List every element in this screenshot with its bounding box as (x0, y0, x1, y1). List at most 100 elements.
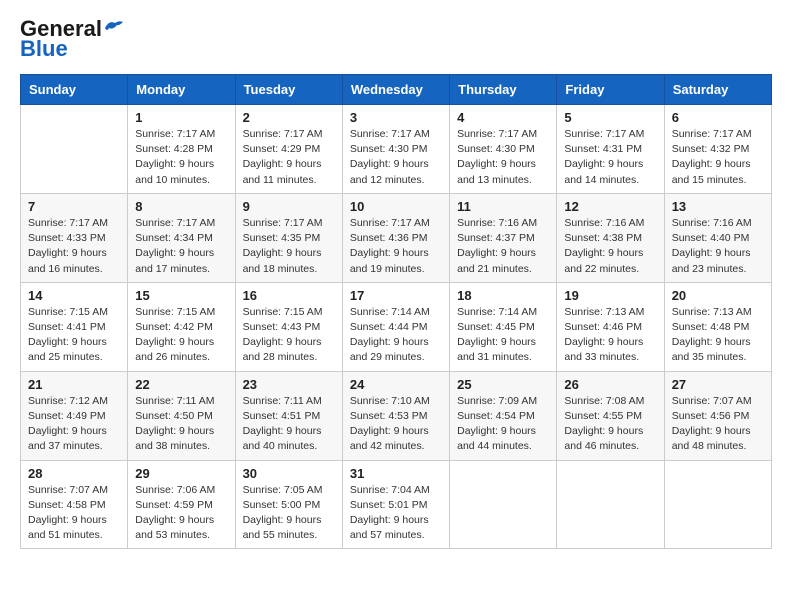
day-info: Sunrise: 7:13 AMSunset: 4:46 PMDaylight:… (564, 305, 656, 366)
calendar-cell (664, 460, 771, 549)
day-info: Sunrise: 7:06 AMSunset: 4:59 PMDaylight:… (135, 483, 227, 544)
day-header-monday: Monday (128, 75, 235, 105)
calendar-cell: 8 Sunrise: 7:17 AMSunset: 4:34 PMDaylight… (128, 193, 235, 282)
calendar-cell: 30Sunrise: 7:05 AMSunset: 5:00 PMDayligh… (235, 460, 342, 549)
day-number: 17 (350, 288, 442, 303)
calendar-cell: 27 Sunrise: 7:07 AMSunset: 4:56 PMDayligh… (664, 371, 771, 460)
day-info: Sunrise: 7:15 AMSunset: 4:43 PMDaylight:… (243, 305, 335, 366)
calendar-cell: 18 Sunrise: 7:14 AMSunset: 4:45 PMDayligh… (450, 282, 557, 371)
day-number: 24 (350, 377, 442, 392)
day-info: Sunrise: 7:08 AMSunset: 4:55 PMDaylight:… (564, 394, 656, 455)
calendar-cell: 2 Sunrise: 7:17 AMSunset: 4:29 PMDaylight… (235, 105, 342, 194)
day-info: Sunrise: 7:17 AMSunset: 4:30 PMDaylight:… (350, 127, 442, 188)
day-info: Sunrise: 7:12 AMSunset: 4:49 PMDaylight:… (28, 394, 120, 455)
logo-bird-icon (103, 18, 125, 36)
calendar-cell: 25Sunrise: 7:09 AMSunset: 4:54 PMDayligh… (450, 371, 557, 460)
day-info: Sunrise: 7:15 AMSunset: 4:42 PMDaylight:… (135, 305, 227, 366)
day-number: 7 (28, 199, 120, 214)
day-info: Sunrise: 7:04 AMSunset: 5:01 PMDaylight:… (350, 483, 442, 544)
calendar-header-row: SundayMondayTuesdayWednesdayThursdayFrid… (21, 75, 772, 105)
day-number: 14 (28, 288, 120, 303)
day-number: 31 (350, 466, 442, 481)
calendar-cell: 9 Sunrise: 7:17 AMSunset: 4:35 PMDaylight… (235, 193, 342, 282)
day-number: 20 (672, 288, 764, 303)
calendar-cell: 29 Sunrise: 7:06 AMSunset: 4:59 PMDayligh… (128, 460, 235, 549)
day-info: Sunrise: 7:17 AMSunset: 4:36 PMDaylight:… (350, 216, 442, 277)
calendar-cell: 13Sunrise: 7:16 AMSunset: 4:40 PMDayligh… (664, 193, 771, 282)
day-info: Sunrise: 7:17 AMSunset: 4:28 PMDaylight:… (135, 127, 227, 188)
day-info: Sunrise: 7:17 AMSunset: 4:32 PMDaylight:… (672, 127, 764, 188)
day-number: 23 (243, 377, 335, 392)
calendar-week-row: 21 Sunrise: 7:12 AMSunset: 4:49 PMDayligh… (21, 371, 772, 460)
day-info: Sunrise: 7:07 AMSunset: 4:58 PMDaylight:… (28, 483, 120, 544)
day-number: 8 (135, 199, 227, 214)
day-number: 9 (243, 199, 335, 214)
calendar-cell: 12Sunrise: 7:16 AMSunset: 4:38 PMDayligh… (557, 193, 664, 282)
calendar-cell (557, 460, 664, 549)
day-info: Sunrise: 7:11 AMSunset: 4:50 PMDaylight:… (135, 394, 227, 455)
logo: General Blue (20, 16, 125, 62)
day-info: Sunrise: 7:15 AMSunset: 4:41 PMDaylight:… (28, 305, 120, 366)
calendar-cell: 19 Sunrise: 7:13 AMSunset: 4:46 PMDayligh… (557, 282, 664, 371)
calendar-cell: 11Sunrise: 7:16 AMSunset: 4:37 PMDayligh… (450, 193, 557, 282)
calendar-cell: 22 Sunrise: 7:11 AMSunset: 4:50 PMDayligh… (128, 371, 235, 460)
day-header-saturday: Saturday (664, 75, 771, 105)
day-number: 28 (28, 466, 120, 481)
day-info: Sunrise: 7:17 AMSunset: 4:33 PMDaylight:… (28, 216, 120, 277)
calendar-week-row: 28 Sunrise: 7:07 AMSunset: 4:58 PMDayligh… (21, 460, 772, 549)
day-number: 27 (672, 377, 764, 392)
header: General Blue (20, 16, 772, 62)
calendar-week-row: 7 Sunrise: 7:17 AMSunset: 4:33 PMDaylight… (21, 193, 772, 282)
day-info: Sunrise: 7:16 AMSunset: 4:38 PMDaylight:… (564, 216, 656, 277)
calendar-cell (21, 105, 128, 194)
day-number: 18 (457, 288, 549, 303)
day-header-sunday: Sunday (21, 75, 128, 105)
day-info: Sunrise: 7:13 AMSunset: 4:48 PMDaylight:… (672, 305, 764, 366)
day-number: 5 (564, 110, 656, 125)
day-header-wednesday: Wednesday (342, 75, 449, 105)
day-info: Sunrise: 7:10 AMSunset: 4:53 PMDaylight:… (350, 394, 442, 455)
calendar-cell: 28 Sunrise: 7:07 AMSunset: 4:58 PMDayligh… (21, 460, 128, 549)
day-info: Sunrise: 7:17 AMSunset: 4:30 PMDaylight:… (457, 127, 549, 188)
day-number: 4 (457, 110, 549, 125)
calendar-week-row: 1 Sunrise: 7:17 AMSunset: 4:28 PMDaylight… (21, 105, 772, 194)
calendar-table: SundayMondayTuesdayWednesdayThursdayFrid… (20, 74, 772, 549)
day-number: 11 (457, 199, 549, 214)
calendar-cell: 1 Sunrise: 7:17 AMSunset: 4:28 PMDaylight… (128, 105, 235, 194)
day-number: 21 (28, 377, 120, 392)
day-number: 25 (457, 377, 549, 392)
day-number: 29 (135, 466, 227, 481)
day-header-tuesday: Tuesday (235, 75, 342, 105)
calendar-cell: 16 Sunrise: 7:15 AMSunset: 4:43 PMDayligh… (235, 282, 342, 371)
calendar-week-row: 14 Sunrise: 7:15 AMSunset: 4:41 PMDayligh… (21, 282, 772, 371)
day-info: Sunrise: 7:14 AMSunset: 4:45 PMDaylight:… (457, 305, 549, 366)
calendar-cell: 5 Sunrise: 7:17 AMSunset: 4:31 PMDaylight… (557, 105, 664, 194)
day-number: 6 (672, 110, 764, 125)
day-info: Sunrise: 7:17 AMSunset: 4:35 PMDaylight:… (243, 216, 335, 277)
day-info: Sunrise: 7:17 AMSunset: 4:31 PMDaylight:… (564, 127, 656, 188)
calendar-cell: 7 Sunrise: 7:17 AMSunset: 4:33 PMDaylight… (21, 193, 128, 282)
day-info: Sunrise: 7:17 AMSunset: 4:29 PMDaylight:… (243, 127, 335, 188)
day-header-thursday: Thursday (450, 75, 557, 105)
day-number: 22 (135, 377, 227, 392)
day-number: 1 (135, 110, 227, 125)
day-info: Sunrise: 7:17 AMSunset: 4:34 PMDaylight:… (135, 216, 227, 277)
day-number: 2 (243, 110, 335, 125)
day-info: Sunrise: 7:07 AMSunset: 4:56 PMDaylight:… (672, 394, 764, 455)
day-number: 16 (243, 288, 335, 303)
day-header-friday: Friday (557, 75, 664, 105)
calendar-cell: 23 Sunrise: 7:11 AMSunset: 4:51 PMDayligh… (235, 371, 342, 460)
calendar-cell: 24 Sunrise: 7:10 AMSunset: 4:53 PMDayligh… (342, 371, 449, 460)
day-info: Sunrise: 7:14 AMSunset: 4:44 PMDaylight:… (350, 305, 442, 366)
day-number: 15 (135, 288, 227, 303)
day-number: 19 (564, 288, 656, 303)
calendar-cell: 31 Sunrise: 7:04 AMSunset: 5:01 PMDayligh… (342, 460, 449, 549)
day-number: 13 (672, 199, 764, 214)
calendar-cell: 20 Sunrise: 7:13 AMSunset: 4:48 PMDayligh… (664, 282, 771, 371)
calendar-cell: 21 Sunrise: 7:12 AMSunset: 4:49 PMDayligh… (21, 371, 128, 460)
day-number: 10 (350, 199, 442, 214)
calendar-cell: 14 Sunrise: 7:15 AMSunset: 4:41 PMDayligh… (21, 282, 128, 371)
day-info: Sunrise: 7:11 AMSunset: 4:51 PMDaylight:… (243, 394, 335, 455)
day-info: Sunrise: 7:05 AMSunset: 5:00 PMDaylight:… (243, 483, 335, 544)
logo-blue-text: Blue (20, 36, 68, 62)
